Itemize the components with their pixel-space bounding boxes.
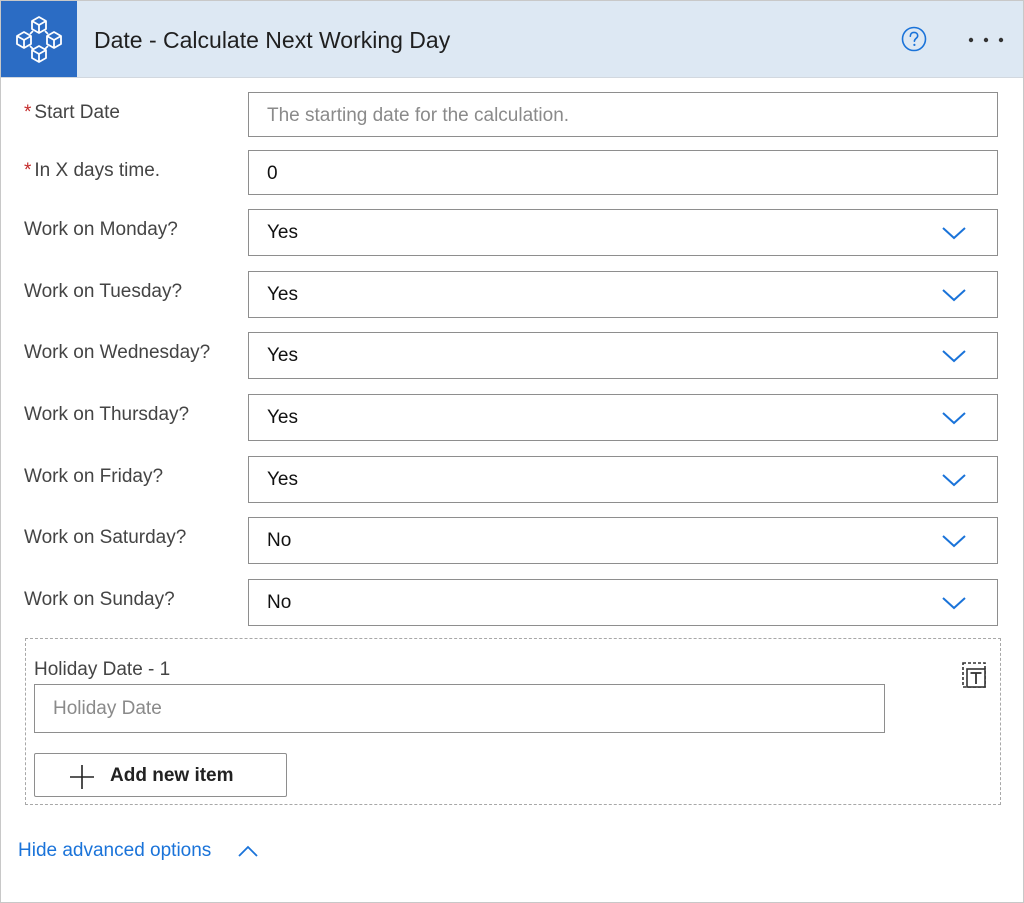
add-new-item-label: Add new item [110, 765, 234, 786]
holiday-date-input[interactable]: Holiday Date [34, 684, 885, 733]
days-label: * In X days time. [24, 160, 161, 181]
holiday-item-label: Holiday Date - 1 [34, 659, 171, 680]
thursday-label: Work on Thursday? [24, 404, 190, 425]
chevron-down-icon [942, 350, 966, 363]
chevron-down-icon [942, 535, 966, 548]
holiday-date-placeholder: Holiday Date [53, 698, 162, 719]
wednesday-label: Work on Wednesday? [24, 342, 211, 363]
plus-icon [70, 765, 94, 789]
friday-dropdown[interactable]: Yes [248, 456, 998, 503]
saturday-label: Work on Saturday? [24, 527, 187, 548]
days-value: 0 [267, 163, 278, 184]
connector-logo [1, 1, 77, 77]
sunday-label: Work on Sunday? [24, 589, 175, 610]
start-date-placeholder: The starting date for the calculation. [267, 105, 570, 126]
action-card: Date - Calculate Next Working Day * Start… [0, 0, 1024, 903]
sunday-value: No [267, 592, 292, 613]
friday-label: Work on Friday? [24, 466, 164, 487]
tuesday-label: Work on Tuesday? [24, 281, 183, 302]
chevron-up-icon[interactable] [237, 844, 259, 858]
wednesday-dropdown[interactable]: Yes [248, 332, 998, 379]
chevron-down-icon [942, 227, 966, 240]
monday-dropdown[interactable]: Yes [248, 209, 998, 256]
tuesday-dropdown[interactable]: Yes [248, 271, 998, 318]
action-title: Date - Calculate Next Working Day [94, 27, 451, 53]
more-dots-icon[interactable] [967, 36, 1005, 44]
friday-value: Yes [267, 469, 298, 490]
connector-cubes-icon [16, 16, 62, 63]
chevron-down-icon [942, 412, 966, 425]
days-input[interactable]: 0 [248, 150, 998, 195]
required-mark: * [24, 102, 32, 123]
chevron-down-icon [942, 289, 966, 302]
chevron-down-icon [942, 474, 966, 487]
required-mark: * [24, 160, 32, 181]
saturday-value: No [267, 530, 292, 551]
saturday-dropdown[interactable]: No [248, 517, 998, 564]
sunday-dropdown[interactable]: No [248, 579, 998, 626]
card-header[interactable]: Date - Calculate Next Working Day [1, 1, 1023, 78]
thursday-value: Yes [267, 407, 298, 428]
tuesday-value: Yes [267, 284, 298, 305]
start-date-label: * Start Date [24, 102, 120, 123]
add-new-item-button[interactable]: Add new item [34, 753, 287, 797]
holiday-dates-array: Holiday Date - 1 Holiday Date Add new it… [25, 638, 1001, 805]
hide-advanced-options-link[interactable]: Hide advanced options [18, 838, 211, 864]
help-circle-icon[interactable] [901, 26, 927, 52]
chevron-down-icon [942, 597, 966, 610]
start-date-input[interactable]: The starting date for the calculation. [248, 92, 998, 137]
wednesday-value: Yes [267, 345, 298, 366]
remove-item-icon[interactable] [960, 660, 988, 690]
monday-value: Yes [267, 222, 298, 243]
thursday-dropdown[interactable]: Yes [248, 394, 998, 441]
monday-label: Work on Monday? [24, 219, 178, 240]
